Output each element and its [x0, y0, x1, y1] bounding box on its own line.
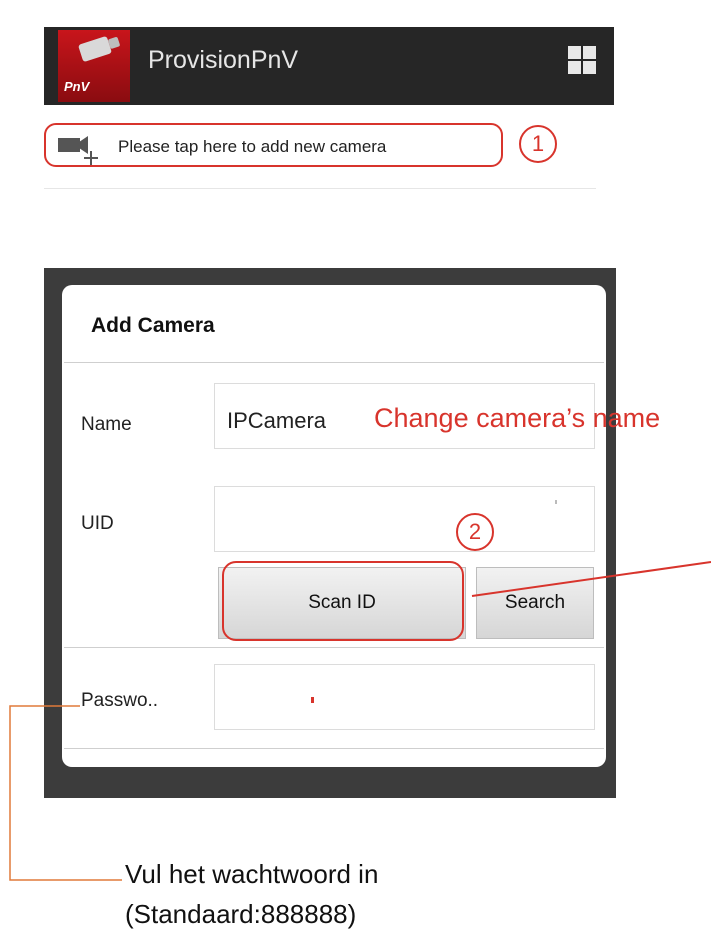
password-note: Vul het wachtwoord in (Standaard:888888) [125, 854, 378, 934]
password-note-line-2: (Standaard:888888) [125, 899, 357, 929]
callout-lines [9, 561, 711, 881]
scan-callout-line [471, 561, 711, 597]
password-note-line-1: Vul het wachtwoord in [125, 859, 379, 889]
password-callout-line [9, 705, 122, 881]
